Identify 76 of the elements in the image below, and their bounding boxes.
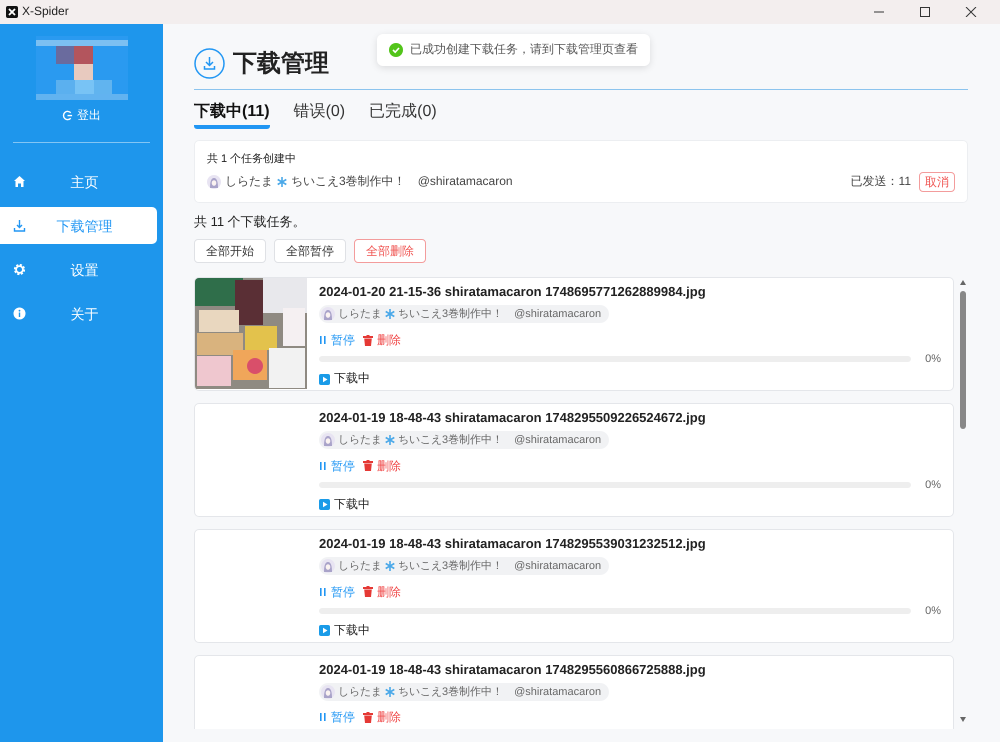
trash-icon [363, 712, 373, 723]
file-name: 2024-01-19 18-48-43 shiratamacaron 1748295539031232512.jpg [319, 534, 707, 553]
sidebar-item[interactable]: 主页 [0, 163, 157, 200]
home-icon [13, 175, 26, 188]
user-handle: @shiratamacaron [514, 432, 602, 448]
delete-link[interactable]: 删除 [363, 584, 401, 600]
bulk-action-button[interactable]: 全部暂停 [274, 239, 346, 264]
delete-link[interactable]: 删除 [363, 332, 401, 348]
snowflake-icon [385, 309, 395, 320]
file-name: 2024-01-19 18-48-43 shiratamacaron 1748295509226524672.jpg [319, 408, 707, 427]
tab[interactable]: 下载中(11) [194, 102, 270, 129]
toast-message: 已成功创建下载任务，请到下载管理页查看 [410, 42, 638, 58]
delete-all-button[interactable]: 全部删除 [354, 239, 426, 264]
user-name: しらたま [338, 307, 382, 322]
app-logo-icon [6, 6, 18, 18]
snowflake-icon [277, 177, 287, 188]
cancel-button[interactable]: 取消 [919, 172, 955, 192]
trash-icon [363, 460, 373, 472]
user-handle: @shiratamacaron [514, 558, 602, 574]
tab[interactable]: 已完成(0) [369, 102, 437, 129]
user-name: しらたま [338, 432, 382, 448]
progress-percent: 0% [924, 352, 941, 366]
creating-summary: 共 1 个任务创建中 [207, 152, 298, 166]
sent-count: 已发送：11 [850, 174, 911, 190]
sidebar-item[interactable]: 下载管理 [0, 207, 157, 244]
play-icon [319, 499, 330, 510]
pause-link[interactable]: 暂停 [319, 458, 355, 474]
trash-icon [363, 334, 373, 346]
tab[interactable]: 错误(0) [294, 102, 346, 129]
avatar-icon [207, 175, 221, 190]
user-status: ちいこえ3巻制作中！ [398, 558, 504, 574]
pause-icon [319, 712, 327, 722]
page-title: 下载管理 [233, 49, 329, 79]
info-icon [13, 307, 26, 320]
user-status: ちいこえ3巻制作中！ [398, 684, 504, 700]
play-icon [319, 625, 330, 636]
file-name: 2024-01-20 21-15-36 shiratamacaron 1748695771262889984.jpg [319, 283, 707, 302]
pause-link[interactable]: 暂停 [319, 709, 355, 726]
user-name: しらたま [338, 558, 382, 574]
user-handle: @shiratamacaron [514, 684, 602, 700]
pause-icon [319, 460, 327, 471]
pause-icon [319, 586, 327, 597]
logout-icon [62, 110, 73, 122]
bulk-action-button[interactable]: 全部开始 [194, 239, 266, 264]
user-name: しらたま [225, 174, 273, 190]
download-icon [194, 48, 225, 80]
play-icon [319, 374, 330, 385]
user-status: ちいこえ3巻制作中！ [291, 174, 406, 190]
pause-icon [319, 335, 327, 346]
window-title: X-Spider [22, 4, 69, 20]
task-count: 共 11 个下载任务。 [194, 214, 307, 232]
user-name: しらたま [338, 684, 382, 700]
file-name: 2024-01-19 18-48-43 shiratamacaron 1748295560866725888.jpg [319, 660, 707, 679]
logout-link[interactable]: 登出 [62, 108, 101, 124]
trash-icon [363, 586, 373, 598]
settings-icon [13, 263, 26, 276]
sidebar-item[interactable]: 关于 [0, 295, 157, 332]
delete-link[interactable]: 删除 [363, 709, 401, 726]
user-status: ちいこえ3巻制作中！ [398, 432, 504, 448]
user-handle: @shiratamacaron [514, 307, 602, 322]
status-label: 下载中 [334, 622, 370, 639]
status-label: 下载中 [334, 371, 370, 387]
progress-percent: 0% [924, 478, 941, 492]
download-icon [13, 219, 26, 232]
snowflake-icon [385, 560, 395, 571]
snowflake-icon [385, 686, 395, 697]
success-icon [389, 42, 403, 57]
pause-link[interactable]: 暂停 [319, 584, 355, 600]
snowflake-icon [385, 434, 395, 445]
progress-percent: 0% [924, 604, 941, 618]
pause-link[interactable]: 暂停 [319, 332, 355, 348]
sidebar-item[interactable]: 设置 [0, 251, 157, 288]
status-label: 下载中 [334, 497, 370, 513]
delete-link[interactable]: 删除 [363, 458, 401, 474]
user-handle: @shiratamacaron [418, 174, 513, 190]
user-status: ちいこえ3巻制作中！ [398, 307, 504, 322]
